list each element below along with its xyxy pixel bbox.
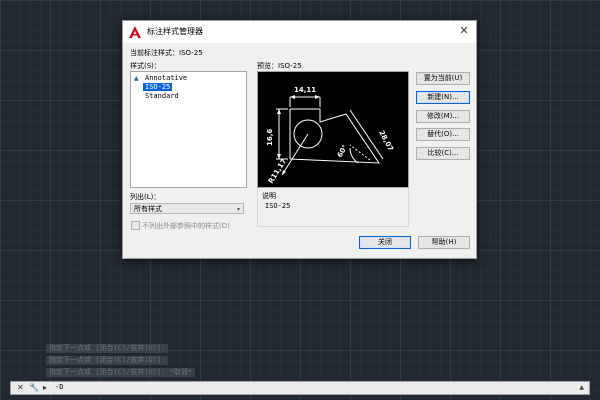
mouse-pointer-icon: ☝ [316, 79, 323, 90]
wrench-icon[interactable]: 🔧 [29, 383, 39, 392]
compare-style-button[interactable]: 比较(C)... [416, 147, 470, 160]
autocad-logo-icon [129, 26, 141, 38]
preview-dim-right: 28,07 [377, 129, 395, 152]
preview-dim-left: 16,6 [266, 129, 274, 146]
list-filter-select[interactable]: 所有样式 ▾ [130, 203, 244, 214]
exclude-xref-label: 不列出外部参照中的样式(D) [142, 222, 230, 230]
modify-style-button[interactable]: 修改(M)... [416, 110, 470, 123]
current-style-label: 当前标注样式：ISO-25 [130, 49, 203, 57]
list-label: 列出(L)： [130, 193, 161, 201]
styles-label: 样式(S)： [130, 62, 161, 70]
chevron-up-icon[interactable]: ▲ [579, 384, 584, 391]
list-filter-value: 所有样式 [134, 205, 162, 213]
preview-dim-top: 14,11 [294, 86, 316, 94]
close-icon[interactable]: ✕ [456, 23, 472, 39]
styles-list[interactable]: ▲ Annotative ISO-25 Standard [130, 71, 247, 188]
preview-dim-radius: R11,17 [267, 157, 288, 185]
description-label: 说明 [262, 192, 276, 200]
preview-dim-angle: 60° [336, 144, 350, 159]
command-input[interactable]: -D [55, 383, 63, 391]
help-button[interactable]: 帮助(H) [418, 236, 470, 249]
description-box: 说明 ISO-25 [257, 188, 409, 227]
command-history-line: 指定下一点或 [闭合(C)/放弃(U)]: [46, 344, 169, 353]
preview-pane: 14,11 16,6 28,07 60° R11,17 [257, 71, 409, 188]
style-item-annotative[interactable]: Annotative [143, 74, 189, 82]
dimension-style-manager-dialog: 标注样式管理器 ✕ 当前标注样式：ISO-25 样式(S)： 预览：ISO-25… [122, 20, 477, 259]
dialog-title: 标注样式管理器 [147, 27, 203, 36]
close-icon[interactable]: ✕ [17, 383, 24, 392]
override-style-button[interactable]: 替代(O)... [416, 128, 470, 141]
style-item-standard[interactable]: Standard [143, 92, 181, 100]
annotative-icon: ▲ [134, 75, 139, 82]
command-prompt-icon: ▸ [43, 383, 48, 392]
command-line-bar[interactable]: ✕ 🔧 ▸ -D ▲ [10, 381, 590, 395]
command-history-line: 指定下一点或 [闭合(C)/放弃(U)]: *取消* [46, 368, 196, 377]
description-value: ISO-25 [265, 202, 291, 210]
preview-label: 预览：ISO-25 [257, 62, 302, 70]
set-current-button[interactable]: 置为当前(U) [416, 72, 470, 85]
exclude-xref-checkbox[interactable] [131, 221, 140, 230]
dimension-preview-drawing: 14,11 16,6 28,07 60° R11,17 [266, 86, 395, 185]
new-style-button[interactable]: 新建(N)... [416, 91, 470, 104]
style-item-iso25[interactable]: ISO-25 [143, 83, 173, 91]
command-history-line: 指定下一点或 [闭合(C)/放弃(U)]: [46, 356, 169, 365]
close-button[interactable]: 关闭 [359, 236, 411, 249]
title-bar: 标注样式管理器 ✕ [123, 21, 476, 43]
chevron-down-icon: ▾ [236, 206, 240, 213]
